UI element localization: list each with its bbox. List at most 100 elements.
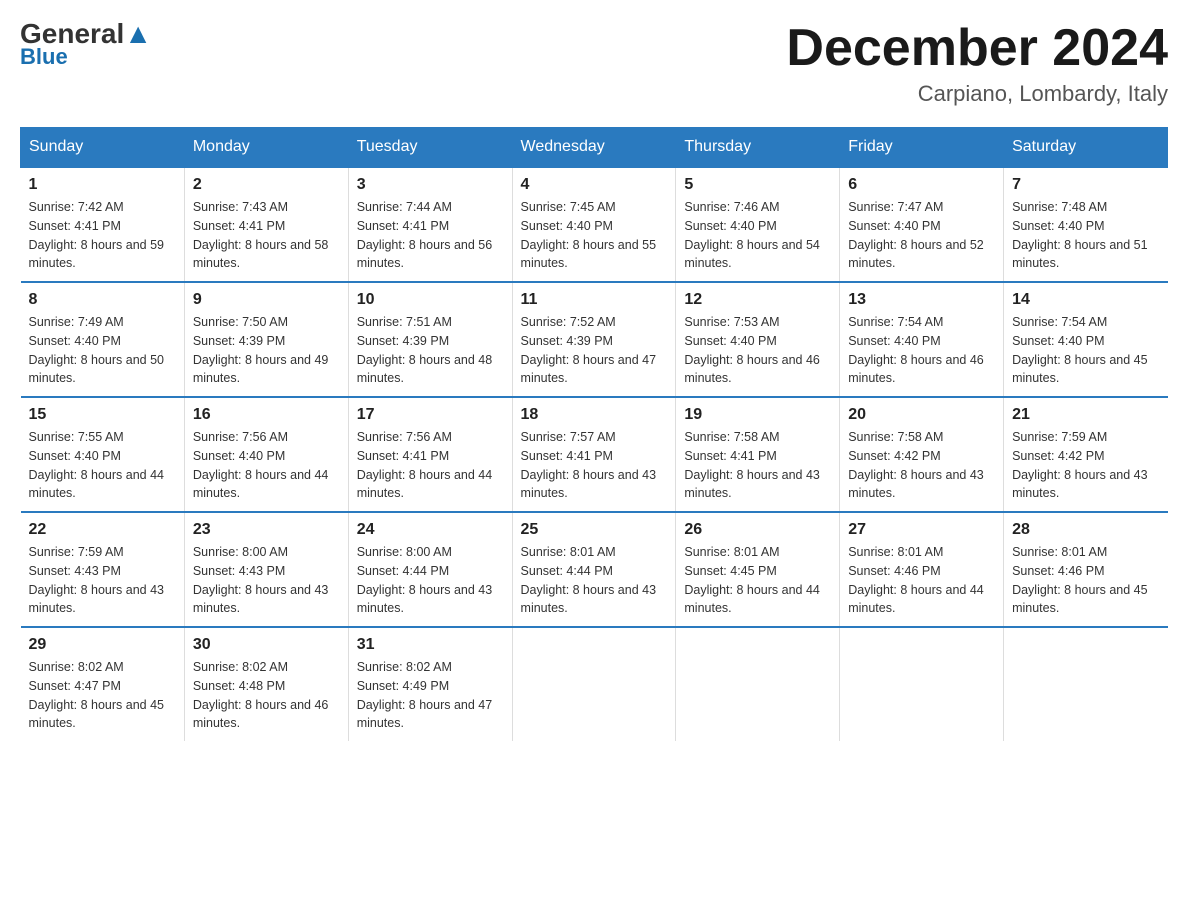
calendar-cell: 20 Sunrise: 7:58 AMSunset: 4:42 PMDayligh… xyxy=(840,397,1004,512)
day-number: 6 xyxy=(848,176,995,194)
calendar-cell: 24 Sunrise: 8:00 AMSunset: 4:44 PMDayligh… xyxy=(348,512,512,627)
calendar-cell: 4 Sunrise: 7:45 AMSunset: 4:40 PMDaylight… xyxy=(512,167,676,282)
calendar-cell: 15 Sunrise: 7:55 AMSunset: 4:40 PMDayligh… xyxy=(21,397,185,512)
day-info: Sunrise: 7:50 AMSunset: 4:39 PMDaylight:… xyxy=(193,313,340,388)
day-info: Sunrise: 8:01 AMSunset: 4:44 PMDaylight:… xyxy=(521,543,668,618)
weekday-header-sunday: Sunday xyxy=(21,128,185,168)
day-number: 31 xyxy=(357,636,504,654)
day-number: 23 xyxy=(193,521,340,539)
day-info: Sunrise: 8:00 AMSunset: 4:43 PMDaylight:… xyxy=(193,543,340,618)
day-info: Sunrise: 7:45 AMSunset: 4:40 PMDaylight:… xyxy=(521,198,668,273)
calendar-cell: 12 Sunrise: 7:53 AMSunset: 4:40 PMDayligh… xyxy=(676,282,840,397)
day-info: Sunrise: 7:44 AMSunset: 4:41 PMDaylight:… xyxy=(357,198,504,273)
day-number: 8 xyxy=(29,291,176,309)
calendar-cell: 7 Sunrise: 7:48 AMSunset: 4:40 PMDaylight… xyxy=(1004,167,1168,282)
day-number: 14 xyxy=(1012,291,1159,309)
day-info: Sunrise: 7:47 AMSunset: 4:40 PMDaylight:… xyxy=(848,198,995,273)
calendar-cell: 3 Sunrise: 7:44 AMSunset: 4:41 PMDaylight… xyxy=(348,167,512,282)
day-number: 25 xyxy=(521,521,668,539)
day-number: 11 xyxy=(521,291,668,309)
calendar-cell: 28 Sunrise: 8:01 AMSunset: 4:46 PMDayligh… xyxy=(1004,512,1168,627)
day-number: 2 xyxy=(193,176,340,194)
calendar-cell: 30 Sunrise: 8:02 AMSunset: 4:48 PMDayligh… xyxy=(184,627,348,741)
day-info: Sunrise: 7:59 AMSunset: 4:42 PMDaylight:… xyxy=(1012,428,1159,503)
calendar-table: SundayMondayTuesdayWednesdayThursdayFrid… xyxy=(20,127,1168,741)
day-number: 22 xyxy=(29,521,176,539)
day-number: 30 xyxy=(193,636,340,654)
day-info: Sunrise: 7:52 AMSunset: 4:39 PMDaylight:… xyxy=(521,313,668,388)
day-number: 29 xyxy=(29,636,176,654)
day-info: Sunrise: 7:56 AMSunset: 4:40 PMDaylight:… xyxy=(193,428,340,503)
calendar-cell: 1Sunrise: 7:42 AMSunset: 4:41 PMDaylight… xyxy=(21,167,185,282)
day-info: Sunrise: 7:43 AMSunset: 4:41 PMDaylight:… xyxy=(193,198,340,273)
calendar-cell: 19Sunrise: 7:58 AMSunset: 4:41 PMDayligh… xyxy=(676,397,840,512)
weekday-header-saturday: Saturday xyxy=(1004,128,1168,168)
day-info: Sunrise: 7:42 AMSunset: 4:41 PMDaylight:… xyxy=(29,198,176,273)
calendar-cell: 2 Sunrise: 7:43 AMSunset: 4:41 PMDaylight… xyxy=(184,167,348,282)
page-header: General▲ Blue December 2024 Carpiano, Lo… xyxy=(20,20,1168,107)
calendar-cell: 5Sunrise: 7:46 AMSunset: 4:40 PMDaylight… xyxy=(676,167,840,282)
day-number: 13 xyxy=(848,291,995,309)
day-number: 27 xyxy=(848,521,995,539)
location-title: Carpiano, Lombardy, Italy xyxy=(786,81,1168,107)
day-number: 10 xyxy=(357,291,504,309)
calendar-week-2: 8Sunrise: 7:49 AMSunset: 4:40 PMDaylight… xyxy=(21,282,1168,397)
logo: General▲ Blue xyxy=(20,20,152,70)
day-info: Sunrise: 7:59 AMSunset: 4:43 PMDaylight:… xyxy=(29,543,176,618)
day-info: Sunrise: 7:51 AMSunset: 4:39 PMDaylight:… xyxy=(357,313,504,388)
day-number: 19 xyxy=(684,406,831,424)
day-number: 15 xyxy=(29,406,176,424)
day-info: Sunrise: 7:55 AMSunset: 4:40 PMDaylight:… xyxy=(29,428,176,503)
calendar-cell: 26 Sunrise: 8:01 AMSunset: 4:45 PMDayligh… xyxy=(676,512,840,627)
calendar-week-1: 1Sunrise: 7:42 AMSunset: 4:41 PMDaylight… xyxy=(21,167,1168,282)
calendar-cell: 13 Sunrise: 7:54 AMSunset: 4:40 PMDayligh… xyxy=(840,282,1004,397)
calendar-cell: 27 Sunrise: 8:01 AMSunset: 4:46 PMDayligh… xyxy=(840,512,1004,627)
day-info: Sunrise: 7:54 AMSunset: 4:40 PMDaylight:… xyxy=(1012,313,1159,388)
calendar-cell: 14 Sunrise: 7:54 AMSunset: 4:40 PMDayligh… xyxy=(1004,282,1168,397)
day-number: 24 xyxy=(357,521,504,539)
day-info: Sunrise: 8:02 AMSunset: 4:49 PMDaylight:… xyxy=(357,658,504,733)
day-number: 16 xyxy=(193,406,340,424)
calendar-cell: 31 Sunrise: 8:02 AMSunset: 4:49 PMDayligh… xyxy=(348,627,512,741)
calendar-cell: 23 Sunrise: 8:00 AMSunset: 4:43 PMDayligh… xyxy=(184,512,348,627)
calendar-cell: 22 Sunrise: 7:59 AMSunset: 4:43 PMDayligh… xyxy=(21,512,185,627)
day-info: Sunrise: 7:53 AMSunset: 4:40 PMDaylight:… xyxy=(684,313,831,388)
calendar-cell: 17Sunrise: 7:56 AMSunset: 4:41 PMDayligh… xyxy=(348,397,512,512)
day-number: 20 xyxy=(848,406,995,424)
day-info: Sunrise: 8:01 AMSunset: 4:46 PMDaylight:… xyxy=(1012,543,1159,618)
day-number: 9 xyxy=(193,291,340,309)
calendar-cell xyxy=(840,627,1004,741)
day-info: Sunrise: 7:48 AMSunset: 4:40 PMDaylight:… xyxy=(1012,198,1159,273)
day-number: 21 xyxy=(1012,406,1159,424)
day-number: 12 xyxy=(684,291,831,309)
weekday-header-friday: Friday xyxy=(840,128,1004,168)
calendar-cell xyxy=(1004,627,1168,741)
day-number: 5 xyxy=(684,176,831,194)
weekday-header-row: SundayMondayTuesdayWednesdayThursdayFrid… xyxy=(21,128,1168,168)
calendar-cell: 11 Sunrise: 7:52 AMSunset: 4:39 PMDayligh… xyxy=(512,282,676,397)
day-info: Sunrise: 8:00 AMSunset: 4:44 PMDaylight:… xyxy=(357,543,504,618)
day-info: Sunrise: 7:56 AMSunset: 4:41 PMDaylight:… xyxy=(357,428,504,503)
day-number: 18 xyxy=(521,406,668,424)
day-info: Sunrise: 8:02 AMSunset: 4:48 PMDaylight:… xyxy=(193,658,340,733)
day-number: 7 xyxy=(1012,176,1159,194)
weekday-header-wednesday: Wednesday xyxy=(512,128,676,168)
calendar-cell: 25 Sunrise: 8:01 AMSunset: 4:44 PMDayligh… xyxy=(512,512,676,627)
day-number: 26 xyxy=(684,521,831,539)
calendar-cell: 21 Sunrise: 7:59 AMSunset: 4:42 PMDayligh… xyxy=(1004,397,1168,512)
day-info: Sunrise: 7:57 AMSunset: 4:41 PMDaylight:… xyxy=(521,428,668,503)
calendar-cell xyxy=(512,627,676,741)
day-info: Sunrise: 7:58 AMSunset: 4:42 PMDaylight:… xyxy=(848,428,995,503)
calendar-week-4: 22 Sunrise: 7:59 AMSunset: 4:43 PMDayligh… xyxy=(21,512,1168,627)
day-number: 3 xyxy=(357,176,504,194)
day-info: Sunrise: 8:01 AMSunset: 4:45 PMDaylight:… xyxy=(684,543,831,618)
day-info: Sunrise: 7:54 AMSunset: 4:40 PMDaylight:… xyxy=(848,313,995,388)
day-number: 28 xyxy=(1012,521,1159,539)
calendar-cell: 18 Sunrise: 7:57 AMSunset: 4:41 PMDayligh… xyxy=(512,397,676,512)
day-info: Sunrise: 8:01 AMSunset: 4:46 PMDaylight:… xyxy=(848,543,995,618)
calendar-week-3: 15 Sunrise: 7:55 AMSunset: 4:40 PMDayligh… xyxy=(21,397,1168,512)
day-number: 4 xyxy=(521,176,668,194)
calendar-week-5: 29 Sunrise: 8:02 AMSunset: 4:47 PMDayligh… xyxy=(21,627,1168,741)
day-info: Sunrise: 8:02 AMSunset: 4:47 PMDaylight:… xyxy=(29,658,176,733)
month-title: December 2024 xyxy=(786,20,1168,77)
